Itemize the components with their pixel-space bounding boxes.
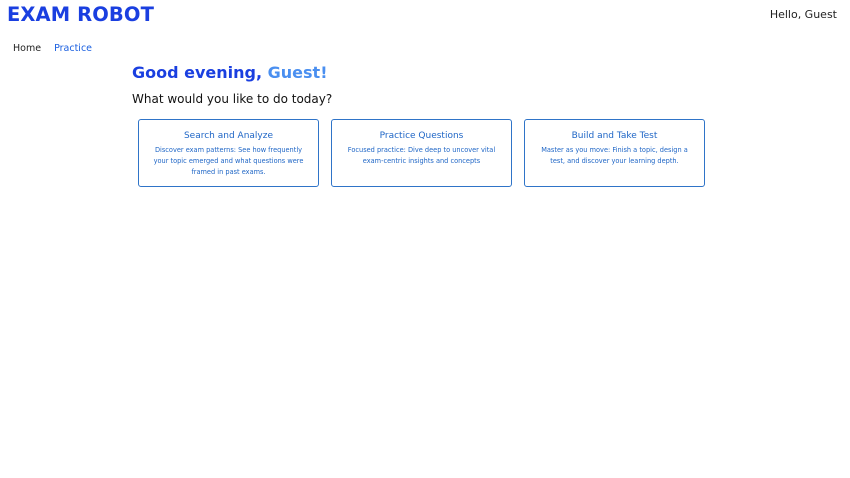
nav-item-practice[interactable]: Practice	[54, 43, 92, 55]
card-description: Focused practice: Dive deep to uncover v…	[347, 146, 496, 165]
card-title: Search and Analyze	[183, 131, 274, 141]
card-search-analyze[interactable]: Search and Analyze Discover exam pattern…	[138, 119, 319, 187]
page-title: Good evening, Guest!	[132, 63, 328, 83]
card-description: Master as you move: Finish a topic, desi…	[541, 146, 688, 165]
nav-item-home[interactable]: Home	[13, 43, 41, 55]
page-subtitle: What would you like to do today?	[132, 92, 333, 106]
site-logo[interactable]: EXAM ROBOT	[7, 3, 154, 27]
greeting-name: Guest!	[267, 63, 328, 82]
action-cards: Search and Analyze Discover exam pattern…	[138, 119, 705, 187]
main-nav: Home Practice	[13, 43, 92, 55]
card-description: Discover exam patterns: See how frequent…	[153, 146, 304, 176]
card-build-test[interactable]: Build and Take Test Master as you move: …	[524, 119, 705, 187]
page: EXAM ROBOT Hello, Guest Home Practice Go…	[0, 0, 850, 478]
card-title: Practice Questions	[379, 131, 464, 141]
greeting-text: Good evening,	[132, 63, 263, 82]
header: EXAM ROBOT Hello, Guest	[0, 0, 850, 34]
card-practice-questions[interactable]: Practice Questions Focused practice: Div…	[331, 119, 512, 187]
card-title: Build and Take Test	[571, 131, 658, 141]
user-greeting[interactable]: Hello, Guest	[770, 8, 837, 22]
